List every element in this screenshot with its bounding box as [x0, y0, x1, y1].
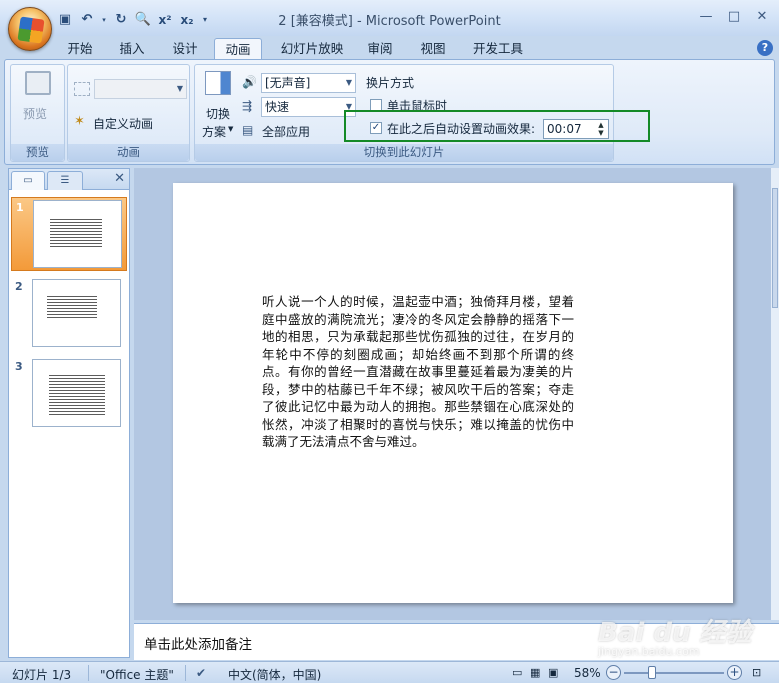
slides-panel: ▭ ☰ ✕ 1 2 3 — [8, 168, 130, 658]
transition-speed-combo[interactable]: 快速 ▼ — [261, 97, 356, 117]
preview-icon[interactable] — [25, 71, 51, 95]
spell-check-icon[interactable]: ✔ — [196, 666, 206, 680]
sound-icon: 🔊 — [242, 75, 257, 89]
tab-developer[interactable]: 开发工具 — [468, 38, 528, 60]
preview-group-label: 预览 — [11, 144, 64, 161]
scheme-dropdown-icon[interactable]: ▼ — [228, 125, 233, 133]
office-logo-icon — [17, 16, 45, 44]
chevron-down-icon: ▼ — [176, 84, 183, 93]
office-button[interactable] — [8, 7, 52, 51]
transition-sound-value: [无声音] — [265, 76, 311, 90]
preview-group: 预览 预览 — [10, 64, 65, 162]
slide-thumbnail[interactable]: 3 — [11, 357, 127, 431]
baidu-watermark: Bai du 经验 jingyan.baidu.com — [598, 612, 752, 658]
slide-body-text[interactable]: 听人说一个人的时候，温起壶中酒；独倚拜月楼，望着庭中盛放的满院流光；凄冷的冬风定… — [262, 293, 574, 451]
tab-animations[interactable]: 动画 — [214, 38, 262, 60]
slide-thumbnail[interactable]: 1 — [11, 197, 127, 271]
tab-insert[interactable]: 插入 — [114, 38, 150, 60]
thumbnail-image — [32, 359, 121, 427]
theme-name: "Office 主题" — [100, 668, 174, 682]
title-bar: ▣ ↶ ▾ ↻ 🔍 x² x₂ ▾ 2 [兼容模式] - Microsoft P… — [0, 0, 779, 36]
animate-effect-combo[interactable]: ▼ — [94, 79, 187, 99]
scrollbar-thumb[interactable] — [772, 188, 778, 308]
slide-number: 1 — [16, 201, 24, 214]
zoom-out-icon[interactable]: − — [606, 665, 621, 680]
slide-number: 3 — [15, 360, 23, 373]
ribbon-tabs: 开始 插入 设计 动画 幻灯片放映 审阅 视图 开发工具 ? — [0, 36, 779, 60]
tab-design[interactable]: 设计 — [167, 38, 203, 60]
slide-counter: 幻灯片 1/3 — [12, 668, 72, 682]
minimize-button[interactable]: — — [693, 6, 719, 28]
normal-view-icon[interactable]: ▭ — [512, 666, 522, 679]
preview-button[interactable]: 预览 — [23, 105, 47, 122]
speed-icon: ⇶ — [242, 99, 253, 113]
tab-slide-show[interactable]: 幻灯片放映 — [276, 38, 348, 60]
slide-canvas[interactable]: 听人说一个人的时候，温起壶中酒；独倚拜月楼，望着庭中盛放的满院流光；凄冷的冬风定… — [173, 183, 733, 603]
animation-group: ▼ ✶ 自定义动画 动画 — [67, 64, 190, 162]
close-button[interactable]: ✕ — [749, 6, 775, 28]
apply-all-icon: ▤ — [242, 123, 254, 137]
chevron-down-icon: ▼ — [345, 78, 352, 87]
transition-sound-combo[interactable]: [无声音] ▼ — [261, 73, 356, 93]
slide-show-icon[interactable]: ▣ — [548, 666, 558, 679]
thumbnail-image — [33, 200, 122, 268]
highlight-box — [344, 110, 650, 142]
slide-sorter-icon[interactable]: ▦ — [530, 666, 540, 679]
notes-placeholder[interactable]: 单击此处添加备注 — [144, 633, 252, 653]
zoom-level[interactable]: 58% — [574, 666, 601, 680]
status-bar: 幻灯片 1/3 "Office 主题" ✔ 中文(简体，中国) ▭ ▦ ▣ 58… — [0, 661, 779, 683]
animation-group-label: 动画 — [68, 144, 189, 161]
fit-to-window-icon[interactable]: ⊡ — [752, 666, 761, 679]
transition-scheme-icon[interactable] — [205, 71, 231, 95]
transition-scheme-label-1[interactable]: 切换 — [206, 105, 230, 122]
outline-tab-icon[interactable]: ☰ — [47, 171, 83, 190]
window-title: 2 [兼容模式] - Microsoft PowerPoint — [278, 14, 501, 29]
language-indicator[interactable]: 中文(简体，中国) — [228, 666, 321, 683]
watermark-brand: Bai du 经验 — [598, 618, 752, 648]
animate-effect-icon — [74, 82, 90, 96]
transition-group-label: 切换到此幻灯片 — [195, 144, 613, 161]
slide-editing-area: 听人说一个人的时候，温起壶中酒；独倚拜月楼，望着庭中盛放的满院流光；凄冷的冬风定… — [134, 168, 771, 620]
panel-tabs: ▭ ☰ ✕ — [9, 169, 129, 190]
advance-slide-heading: 换片方式 — [366, 76, 415, 90]
tab-view[interactable]: 视图 — [415, 38, 451, 60]
vertical-scrollbar[interactable] — [771, 168, 779, 620]
tab-home[interactable]: 开始 — [62, 38, 98, 60]
slides-tab-icon[interactable]: ▭ — [11, 171, 45, 190]
slide-thumbnail[interactable]: 2 — [11, 277, 127, 351]
zoom-slider-handle[interactable] — [648, 666, 656, 679]
close-icon[interactable]: ✕ — [114, 171, 125, 186]
custom-animation-icon: ✶ — [74, 114, 85, 129]
custom-animation-button[interactable]: 自定义动画 — [93, 115, 153, 132]
slide-number: 2 — [15, 280, 23, 293]
zoom-in-icon[interactable]: + — [727, 665, 742, 680]
maximize-button[interactable]: □ — [721, 6, 747, 28]
zoom-slider-track[interactable] — [624, 672, 724, 674]
thumbnail-image — [32, 279, 121, 347]
help-icon[interactable]: ? — [757, 40, 773, 56]
transition-speed-value: 快速 — [265, 100, 290, 114]
apply-to-all-button[interactable]: 全部应用 — [262, 123, 310, 140]
transition-scheme-label-2[interactable]: 方案 — [202, 123, 226, 140]
tab-review[interactable]: 审阅 — [362, 38, 398, 60]
